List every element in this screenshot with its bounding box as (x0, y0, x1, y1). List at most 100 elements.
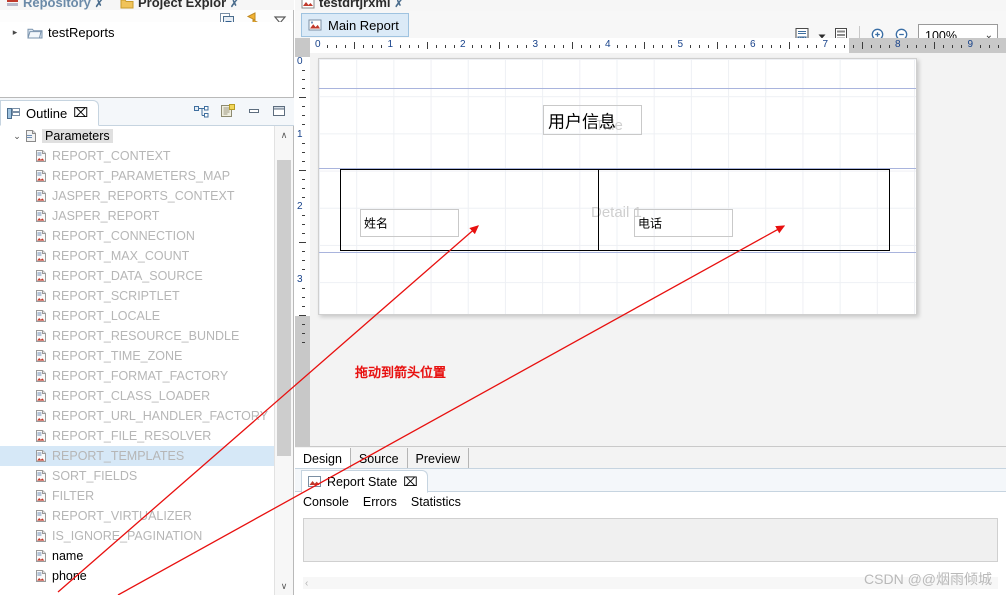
subtab-statistics[interactable]: Statistics (411, 495, 461, 509)
ruler-tick (302, 341, 305, 343)
outline-item[interactable]: REPORT_SCRIPTLET (0, 286, 275, 306)
ruler-tick (707, 45, 709, 48)
subtab-console[interactable]: Console (303, 495, 349, 509)
outline-item-label: JASPER_REPORT (52, 209, 160, 223)
ruler-tick (879, 45, 881, 48)
view-tab-project-explorer[interactable]: Project Explor ✗ (120, 0, 239, 10)
title-text-field[interactable]: 用户信息 (543, 105, 642, 135)
ruler-tick (626, 45, 628, 48)
chevron-right-icon[interactable]: ▸ (8, 27, 22, 38)
outline-scrollbar[interactable]: ∧ ∨ (274, 126, 293, 595)
ruler-tick (562, 45, 564, 48)
outline-item[interactable]: REPORT_URL_HANDLER_FACTORY (0, 406, 275, 426)
ruler-tick (299, 242, 306, 244)
outline-item-label: REPORT_FILE_RESOLVER (52, 429, 212, 443)
outline-item[interactable]: REPORT_LOCALE (0, 306, 275, 326)
outline-item[interactable]: REPORT_FORMAT_FACTORY (0, 366, 275, 386)
outline-item[interactable]: REPORT_TIME_ZONE (0, 346, 275, 366)
report-page[interactable]: Title Detail 1 用户信息 姓名 电话 (318, 58, 917, 315)
name-text-field[interactable]: 姓名 (360, 209, 459, 237)
ruler-tick (617, 45, 619, 48)
tab-main-report[interactable]: Main Report (301, 13, 409, 37)
editor-file-tabstrip: testdrtjrxml ✗ (295, 0, 1006, 11)
ruler-tick (743, 45, 745, 48)
outline-item[interactable]: REPORT_DATA_SOURCE (0, 266, 275, 286)
view-tab-repository[interactable]: Repository ✗ (6, 0, 103, 10)
ruler-tick (816, 45, 818, 48)
maximize-icon[interactable] (272, 104, 286, 118)
title-text-field-value: 用户信息 (548, 112, 616, 132)
tab-design[interactable]: Design (295, 448, 351, 469)
ruler-tick (472, 45, 474, 48)
tab-source[interactable]: Source (350, 448, 408, 469)
outline-item[interactable]: REPORT_FILE_RESOLVER (0, 426, 275, 446)
ruler-tick (997, 45, 999, 48)
properties-icon[interactable] (220, 103, 236, 119)
outline-item-label: REPORT_VIRTUALIZER (52, 509, 192, 523)
scroll-up-icon[interactable]: ∧ (275, 126, 293, 144)
view-tab-repository-label: Repository (23, 0, 91, 10)
ruler-tick (490, 45, 492, 48)
outline-item[interactable]: REPORT_MAX_COUNT (0, 246, 275, 266)
vertical-ruler: 0 1 2 3 (295, 53, 310, 446)
ruler-tick (302, 215, 305, 217)
outline-item[interactable]: REPORT_CONNECTION (0, 226, 275, 246)
tree-item-parameters[interactable]: ⌄ Parameters (0, 126, 275, 146)
outline-item[interactable]: JASPER_REPORT (0, 206, 275, 226)
outline-item[interactable]: FILTER (0, 486, 275, 506)
ruler-tick (771, 45, 773, 48)
scroll-down-icon[interactable]: ∨ (275, 577, 293, 595)
outline-item[interactable]: REPORT_CLASS_LOADER (0, 386, 275, 406)
outline-item-label: name (52, 549, 84, 563)
tree-item-testreports-label: testReports (48, 25, 115, 40)
ruler-tick (302, 305, 305, 307)
tab-report-state[interactable]: Report State ⌧ (301, 470, 428, 493)
outline-item[interactable]: name (0, 546, 275, 566)
outline-tree[interactable]: ⌄ Parameters REPORT_CONTEXT REPORT_PARAM… (0, 126, 275, 595)
ruler-tick (798, 45, 800, 48)
outline-item[interactable]: REPORT_CONTEXT (0, 146, 275, 166)
outline-item[interactable]: IS_IGNORE_PAGINATION (0, 526, 275, 546)
subtab-errors[interactable]: Errors (363, 495, 397, 509)
phone-text-field[interactable]: 电话 (634, 209, 733, 237)
ruler-tick (807, 45, 809, 48)
ruler-tick (302, 178, 305, 180)
close-icon[interactable]: ⌧ (73, 105, 88, 121)
outline-parameter-items: REPORT_CONTEXT REPORT_PARAMETERS_MAP JAS… (0, 146, 275, 586)
outline-item[interactable]: REPORT_VIRTUALIZER (0, 506, 275, 526)
outline-item[interactable]: SORT_FIELDS (0, 466, 275, 486)
ruler-tick (299, 314, 306, 316)
ruler-tick (589, 45, 591, 48)
outline-item[interactable]: REPORT_PARAMETERS_MAP (0, 166, 275, 186)
ruler-label: 0 (315, 39, 321, 50)
outline-item[interactable]: phone (0, 566, 275, 586)
ruler-tick (302, 124, 305, 126)
ruler-tick (302, 196, 305, 198)
design-canvas[interactable]: Title Detail 1 用户信息 姓名 电话 (310, 53, 1006, 446)
file-tab-jrxml[interactable]: testdrtjrxml ✗ (301, 0, 403, 10)
outline-item-label: REPORT_CONTEXT (52, 149, 171, 163)
tree-item-testreports[interactable]: ▸ testReports (0, 22, 293, 43)
repository-icon (6, 0, 19, 10)
outline-item[interactable]: REPORT_TEMPLATES (0, 446, 275, 466)
ruler-tick (789, 42, 791, 49)
scrollbar-thumb[interactable] (277, 160, 291, 456)
ruler-label: 3 (297, 273, 303, 285)
tab-outline[interactable]: Outline ⌧ (0, 100, 100, 126)
report-state-tabstrip: Report State ⌧ (295, 469, 1006, 493)
outline-item-label: REPORT_DATA_SOURCE (52, 269, 203, 283)
tab-preview[interactable]: Preview (407, 448, 469, 469)
parameter-icon (34, 369, 48, 383)
tree-hierarchy-icon[interactable] (194, 104, 209, 119)
parameter-icon (34, 309, 48, 323)
chevron-down-icon[interactable]: ⌄ (10, 131, 24, 142)
outline-item[interactable]: REPORT_RESOURCE_BUNDLE (0, 326, 275, 346)
report-icon (308, 19, 322, 32)
close-icon[interactable]: ⌧ (403, 474, 417, 489)
ruler-tick (327, 45, 329, 48)
console-output[interactable] (303, 518, 998, 562)
ruler-tick (852, 45, 854, 48)
scroll-left-icon[interactable]: ‹ (303, 578, 308, 589)
minimize-icon[interactable] (247, 104, 261, 118)
outline-item[interactable]: JASPER_REPORTS_CONTEXT (0, 186, 275, 206)
